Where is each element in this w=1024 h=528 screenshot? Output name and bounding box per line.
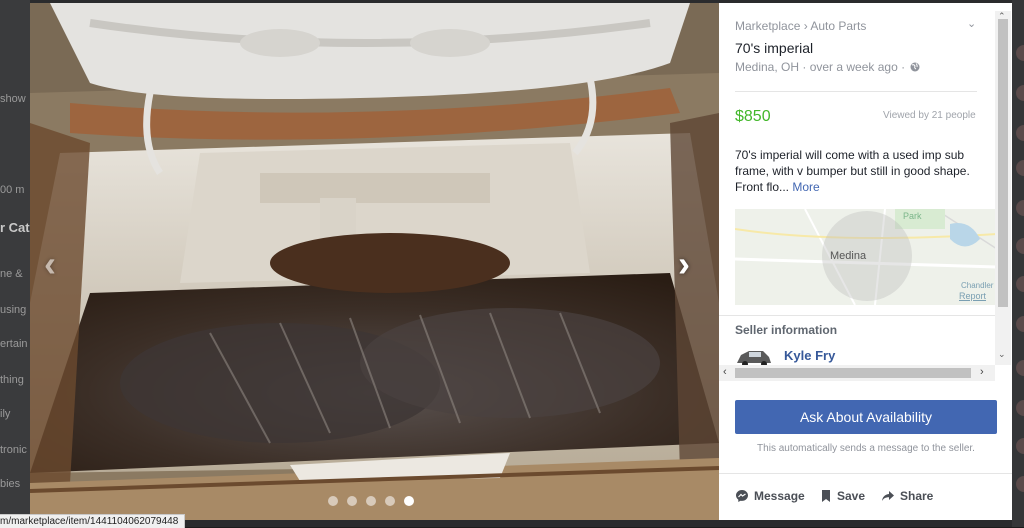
share-label: Share (900, 489, 934, 503)
ask-availability-button[interactable]: Ask About Availability (735, 400, 997, 434)
description-text: 70's imperial will come with a used imp … (735, 148, 970, 194)
vertical-scrollbar[interactable]: ⌃ ⌄ (995, 11, 1011, 365)
photo-pagination (328, 496, 414, 506)
details-scroll-area[interactable]: Marketplace › Auto Parts ⌄ 70's imperial… (719, 3, 1012, 365)
listing-price: $850 (735, 108, 771, 125)
globe-icon (910, 62, 920, 72)
photo-dot[interactable] (347, 496, 357, 506)
divider (719, 473, 1012, 474)
bg-fragment: ily (0, 408, 11, 420)
chevron-right-icon[interactable]: › (678, 246, 690, 282)
save-button[interactable]: Save (820, 489, 865, 503)
map-report-link[interactable]: Report (959, 291, 986, 301)
bg-fragment: 00 m (0, 184, 25, 196)
map-label-park: Park (903, 211, 922, 221)
scroll-down-icon[interactable]: ⌄ (998, 349, 1006, 360)
bg-fragment: r Cat (0, 220, 30, 235)
listing-description: 70's imperial will come with a used imp … (735, 147, 985, 195)
bg-fragment: tronic (0, 444, 27, 456)
listing-details-panel: Marketplace › Auto Parts ⌄ 70's imperial… (719, 3, 1012, 520)
avatar-car-icon (735, 345, 773, 365)
more-link[interactable]: More (792, 180, 819, 194)
bg-fragment: bies (0, 478, 21, 490)
bg-fragment: ertain (0, 338, 28, 350)
listing-location: Medina, OH · over a week ago · (735, 60, 920, 74)
message-button[interactable]: Message (735, 489, 805, 503)
location-map[interactable]: Park Medina Chandler Report (735, 209, 997, 305)
photo-dot[interactable] (366, 496, 376, 506)
map-label-chandler: Chandler (961, 281, 994, 290)
photo-dot[interactable] (385, 496, 395, 506)
listing-photo[interactable]: ‹ › (30, 3, 719, 520)
save-label: Save (837, 489, 866, 503)
divider (719, 315, 995, 316)
bookmark-icon (822, 490, 830, 502)
scrollbar-thumb[interactable] (998, 19, 1008, 307)
photo-dot[interactable] (328, 496, 338, 506)
breadcrumb[interactable]: Marketplace › Auto Parts (735, 19, 866, 33)
auto-message-note: This automatically sends a message to th… (757, 443, 975, 454)
bg-fragment: thing (0, 374, 24, 386)
scroll-right-icon[interactable]: › (980, 366, 984, 378)
map-label-city: Medina (830, 250, 867, 262)
bg-fragment: using (0, 304, 27, 316)
bg-fragment: ne & (0, 268, 23, 280)
photo-dot-active[interactable] (404, 496, 414, 506)
scroll-left-icon[interactable]: ‹ (723, 366, 727, 378)
divider (735, 91, 977, 92)
seller-heading: Seller information (735, 323, 838, 337)
car-trunk-photo (30, 3, 719, 520)
status-bar-url: m/marketplace/item/1441104062079448 (0, 514, 186, 528)
messenger-icon (736, 490, 748, 502)
seller-avatar[interactable] (735, 345, 773, 365)
chevron-left-icon[interactable]: ‹ (44, 246, 56, 282)
seller-name-link[interactable]: Kyle Fry (784, 348, 835, 363)
scrollbar-thumb[interactable] (735, 368, 971, 378)
share-arrow-icon (882, 491, 894, 501)
background-sidebar: show 00 m r Cat ne & using ertain thing … (0, 0, 30, 527)
bg-fragment: show (0, 93, 26, 105)
background-right-column (1012, 0, 1024, 527)
share-button[interactable]: Share (881, 489, 933, 503)
horizontal-scrollbar[interactable]: ‹ › (719, 365, 995, 381)
view-count: Viewed by 21 people (883, 110, 976, 121)
location-text: Medina, OH · over a week ago · (735, 60, 906, 74)
chevron-down-icon[interactable]: ⌄ (967, 17, 976, 30)
listing-title: 70's imperial (735, 40, 814, 56)
message-label: Message (754, 489, 805, 503)
